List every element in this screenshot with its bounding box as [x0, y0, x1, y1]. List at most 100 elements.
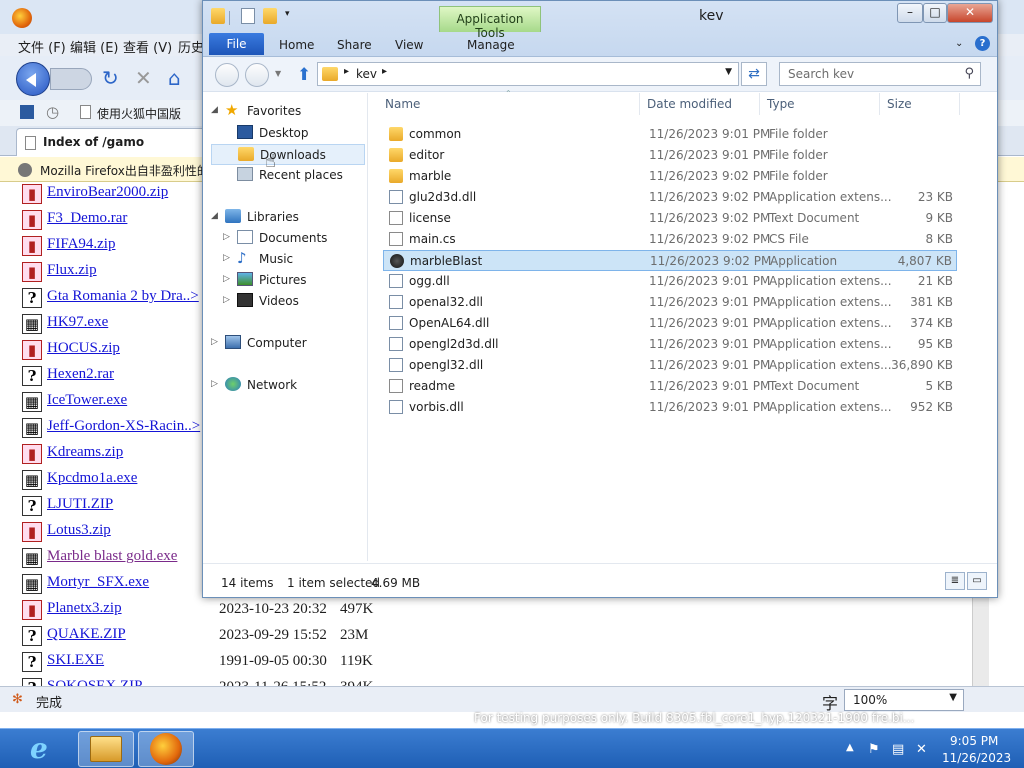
zoom-control[interactable]: 100% ▼ — [844, 689, 964, 711]
column-separator[interactable] — [879, 93, 880, 115]
menu-history[interactable]: 历史 — [178, 37, 204, 56]
table-row[interactable]: ogg.dll 11/26/2023 9:01 PM Application ext… — [383, 271, 957, 292]
tab-index-of-gamo[interactable]: Index of /gamo — [16, 128, 206, 156]
file-link[interactable]: IceTower.exe — [47, 392, 127, 409]
nav-recent-places[interactable]: Recent places — [237, 165, 365, 186]
breadcrumb-chevron-icon[interactable]: ▸ — [382, 66, 387, 77]
nav-libraries[interactable]: ◢ Libraries — [211, 207, 365, 228]
nav-videos[interactable]: ▷ Videos — [223, 291, 365, 312]
large-icons-view-button[interactable]: ▭ — [967, 572, 987, 590]
address-bar[interactable]: ▸ kev ▸ ▼ — [317, 62, 739, 86]
file-link[interactable]: HOCUS.zip — [47, 340, 120, 357]
expand-triangle-icon[interactable]: ▷ — [211, 379, 218, 389]
file-link[interactable]: Kdreams.zip — [47, 444, 123, 461]
table-row[interactable]: opengl32.dll 11/26/2023 9:01 PM Applicatio… — [383, 355, 957, 376]
file-link[interactable]: Gta Romania 2 by Dra..> — [47, 288, 199, 305]
nav-desktop[interactable]: Desktop — [237, 123, 365, 144]
forward-button[interactable] — [50, 68, 92, 90]
bookmarks-icon[interactable] — [20, 105, 34, 119]
file-link[interactable]: SKI.EXE — [47, 652, 104, 669]
file-link[interactable]: Kpcdmo1a.exe — [47, 470, 137, 487]
table-row[interactable]: editor 11/26/2023 9:01 PM File folder — [383, 145, 957, 166]
up-arrow-icon[interactable]: ⬆ — [297, 65, 311, 85]
table-row[interactable]: marble 11/26/2023 9:02 PM File folder — [383, 166, 957, 187]
search-icon[interactable]: ⚲ — [964, 66, 974, 81]
address-dropdown-icon[interactable]: ▼ — [725, 67, 732, 77]
close-button[interactable]: ✕ — [947, 3, 993, 23]
table-row[interactable]: main.cs 11/26/2023 9:02 PM CS File 8 KB — [383, 229, 957, 250]
nav-pictures[interactable]: ▷ Pictures — [223, 270, 365, 291]
stop-icon[interactable]: ✕ — [135, 66, 152, 90]
breadcrumb-kev[interactable]: kev — [356, 67, 377, 81]
menu-edit[interactable]: 编辑 (E) — [70, 37, 119, 56]
table-row[interactable]: glu2d3d.dll 11/26/2023 9:02 PM Application… — [383, 187, 957, 208]
file-link[interactable]: LJUTI.ZIP — [47, 496, 113, 513]
expand-triangle-icon[interactable]: ▷ — [223, 295, 230, 305]
taskbar-internet-explorer[interactable] — [20, 731, 76, 767]
file-link[interactable]: Lotus3.zip — [47, 522, 111, 539]
expand-triangle-icon[interactable]: ▷ — [223, 232, 230, 242]
table-row[interactable]: marbleBlast 11/26/2023 9:02 PM Application… — [383, 250, 957, 271]
file-link[interactable]: Flux.zip — [47, 262, 97, 279]
file-link[interactable]: SOKOSEX.ZIP — [47, 678, 142, 686]
tab-file[interactable]: File — [209, 33, 264, 55]
back-button[interactable] — [16, 62, 50, 96]
clock-date[interactable]: 11/26/2023 — [942, 751, 1011, 765]
recent-locations-chevron-icon[interactable]: ▼ — [275, 69, 281, 78]
table-row[interactable]: common 11/26/2023 9:01 PM File folder — [383, 124, 957, 145]
column-type[interactable]: Type — [767, 97, 795, 111]
file-link[interactable]: Hexen2.rar — [47, 366, 114, 383]
table-row[interactable]: license 11/26/2023 9:02 PM Text Document 9 … — [383, 208, 957, 229]
file-link[interactable]: FIFA94.zip — [47, 236, 115, 253]
file-link[interactable]: QUAKE.ZIP — [47, 626, 126, 643]
nav-network[interactable]: ▷ Network — [211, 375, 365, 396]
volume-muted-icon[interactable]: ✕ — [916, 742, 927, 757]
table-row[interactable]: readme 11/26/2023 9:01 PM Text Document 5 K… — [383, 376, 957, 397]
action-center-flag-icon[interactable]: ⚑ — [868, 742, 880, 757]
nav-computer[interactable]: ▷ Computer — [211, 333, 365, 354]
nav-music[interactable]: ▷ ♪ Music — [223, 249, 365, 270]
tab-home[interactable]: Home — [279, 38, 314, 52]
file-link[interactable]: F3_Demo.rar — [47, 210, 127, 227]
column-name[interactable]: Name — [385, 97, 420, 111]
tab-view[interactable]: View — [395, 38, 423, 52]
file-link[interactable]: Jeff-Gordon-XS-Racin..> — [47, 418, 200, 435]
menu-view[interactable]: 查看 (V) — [123, 37, 172, 56]
clock-time[interactable]: 9:05 PM — [950, 734, 998, 748]
chevron-down-icon[interactable]: ▼ — [949, 692, 957, 703]
nav-downloads[interactable]: Downloads — [211, 144, 365, 165]
column-date-modified[interactable]: Date modified — [647, 97, 732, 111]
table-row[interactable]: vorbis.dll 11/26/2023 9:01 PM Application … — [383, 397, 957, 418]
history-icon[interactable]: ◷ — [46, 103, 59, 121]
tab-manage[interactable]: Manage — [467, 38, 515, 52]
details-view-button[interactable]: ≣ — [945, 572, 965, 590]
folder-icon[interactable] — [211, 8, 225, 24]
nav-documents[interactable]: ▷ Documents — [223, 228, 365, 249]
minimize-button[interactable]: – — [897, 3, 923, 23]
help-icon[interactable]: ? — [975, 36, 990, 51]
back-button[interactable] — [215, 63, 239, 87]
table-row[interactable]: openal32.dll 11/26/2023 9:01 PM Applicatio… — [383, 292, 957, 313]
table-row[interactable]: OpenAL64.dll 11/26/2023 9:01 PM Applicatio… — [383, 313, 957, 334]
breadcrumb-chevron-icon[interactable]: ▸ — [344, 66, 349, 77]
firefox-logo-icon[interactable] — [12, 8, 32, 28]
column-separator[interactable] — [639, 93, 640, 115]
nav-favorites[interactable]: ◢ ★ Favorites — [211, 101, 365, 122]
table-row[interactable]: opengl2d3d.dll 11/26/2023 9:01 PM Applicat… — [383, 334, 957, 355]
reload-icon[interactable]: ↻ — [102, 66, 119, 90]
expand-triangle-icon[interactable]: ▷ — [223, 274, 230, 284]
collapse-triangle-icon[interactable]: ◢ — [211, 105, 218, 115]
file-link[interactable]: Marble blast gold.exe — [47, 548, 177, 565]
file-link[interactable]: Planetx3.zip — [47, 600, 122, 617]
customize-chevron-icon[interactable]: ▾ — [285, 9, 290, 19]
network-tray-icon[interactable]: ▤ — [892, 742, 904, 757]
column-separator[interactable] — [759, 93, 760, 115]
expand-triangle-icon[interactable]: ▷ — [211, 337, 218, 347]
new-folder-icon[interactable] — [263, 8, 277, 24]
search-input[interactable]: Search kev ⚲ — [779, 62, 981, 86]
expand-triangle-icon[interactable]: ▷ — [223, 253, 230, 263]
bookmark-item[interactable]: 使用火狐中国版 — [97, 105, 181, 122]
menu-file[interactable]: 文件 (F) — [18, 37, 66, 56]
file-link[interactable]: HK97.exe — [47, 314, 108, 331]
file-link[interactable]: EnviroBear2000.zip — [47, 184, 168, 201]
